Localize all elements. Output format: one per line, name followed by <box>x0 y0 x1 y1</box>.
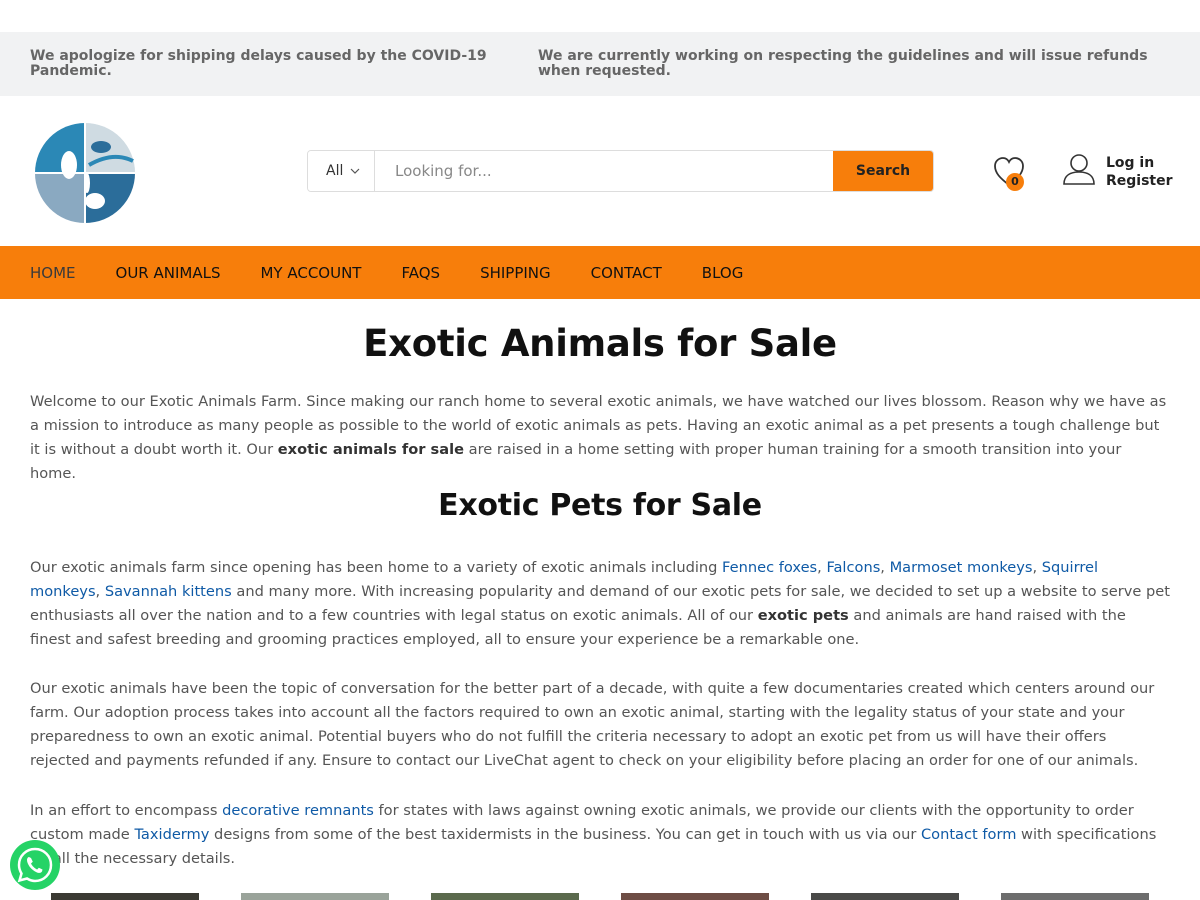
nav-item-faqs[interactable]: FAQS <box>401 264 440 282</box>
intro-bold: exotic animals for sale <box>277 441 464 458</box>
product-thumbnail[interactable] <box>1001 893 1149 900</box>
taxidermy-text-c: designs from some of the best taxidermis… <box>209 826 921 843</box>
link-marmoset-monkeys[interactable]: Marmoset monkeys <box>890 559 1033 576</box>
product-thumbnail[interactable] <box>51 893 199 900</box>
link-fennec-foxes[interactable]: Fennec foxes <box>722 559 817 576</box>
nav-item-contact[interactable]: CONTACT <box>591 264 662 282</box>
login-link[interactable]: Log in <box>1106 154 1173 172</box>
notice-bar: We apologize for shipping delays caused … <box>0 32 1200 96</box>
pets-paragraph: Our exotic animals farm since opening ha… <box>30 559 1170 648</box>
product-thumbnail[interactable] <box>621 893 769 900</box>
product-thumbnail[interactable] <box>811 893 959 900</box>
page-title: Exotic Animals for Sale <box>363 322 837 365</box>
chevron-down-icon <box>350 168 360 174</box>
link-falcons[interactable]: Falcons <box>826 559 880 576</box>
adoption-paragraph: Our exotic animals have been the topic o… <box>30 680 1155 769</box>
nav-item-blog[interactable]: BLOG <box>702 264 744 282</box>
link-decorative-remnants[interactable]: decorative remnants <box>222 802 374 819</box>
site-logo[interactable] <box>33 121 137 225</box>
whatsapp-icon <box>17 847 53 883</box>
taxidermy-paragraph: In an effort to encompass decorative rem… <box>30 799 1170 871</box>
main-nav: HOME OUR ANIMALS MY ACCOUNT FAQS SHIPPIN… <box>0 246 1200 299</box>
main-content: Exotic Animals for Sale Welcome to our E… <box>30 320 1170 867</box>
search-input[interactable] <box>375 151 833 191</box>
nav-item-shipping[interactable]: SHIPPING <box>480 264 551 282</box>
notice-left: We apologize for shipping delays caused … <box>30 48 487 79</box>
pets-text-a: Our exotic animals farm since opening ha… <box>30 559 723 576</box>
nav-item-our-animals[interactable]: OUR ANIMALS <box>116 264 221 282</box>
intro-paragraph: Welcome to our Exotic Animals Farm. Sinc… <box>30 390 1170 486</box>
logo-icon <box>35 123 135 223</box>
category-select[interactable]: All <box>308 151 375 191</box>
account-links: Log in Register <box>1106 154 1173 190</box>
taxidermy-text-a: In an effort to encompass <box>30 802 223 819</box>
product-thumbnails <box>51 893 1191 900</box>
search-button[interactable]: Search <box>833 151 933 191</box>
link-contact-form[interactable]: Contact form <box>921 826 1016 843</box>
wishlist-count-badge: 0 <box>1006 173 1024 191</box>
link-savannah-kittens[interactable]: Savannah kittens <box>105 583 232 600</box>
search-bar: All Search <box>307 150 934 192</box>
product-thumbnail[interactable] <box>431 893 579 900</box>
link-taxidermy[interactable]: Taxidermy <box>134 826 209 843</box>
section-title: Exotic Pets for Sale <box>438 488 762 523</box>
register-link[interactable]: Register <box>1106 172 1173 190</box>
nav-item-my-account[interactable]: MY ACCOUNT <box>260 264 361 282</box>
whatsapp-button[interactable] <box>10 840 60 890</box>
pets-bold: exotic pets <box>757 607 849 624</box>
nav-item-home[interactable]: HOME <box>30 264 76 282</box>
product-thumbnail[interactable] <box>241 893 389 900</box>
user-icon[interactable] <box>1062 152 1096 186</box>
notice-right: We are currently working on respecting t… <box>538 48 1148 79</box>
category-value: All <box>326 163 344 179</box>
